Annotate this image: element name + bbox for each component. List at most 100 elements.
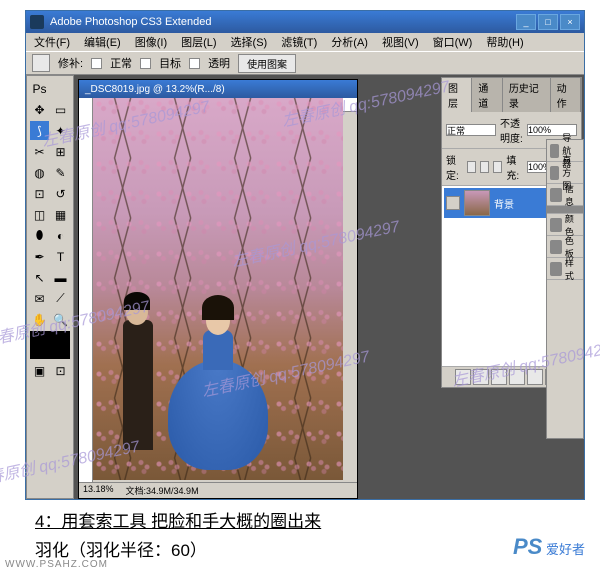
tab-channels[interactable]: 通道 (472, 78, 502, 112)
normal-label: 正常 (110, 55, 132, 71)
slice-tool[interactable]: ⊞ (50, 141, 71, 162)
wand-tool[interactable]: ✦ (50, 120, 71, 141)
menu-select[interactable]: 选择(S) (225, 33, 274, 51)
repair-label: 修补: (58, 55, 83, 71)
group-icon[interactable] (527, 369, 543, 385)
vertical-ruler (79, 98, 93, 498)
tab-layers[interactable]: 图层 (442, 78, 472, 112)
menu-file[interactable]: 文件(F) (28, 33, 76, 51)
woman-figure (158, 290, 278, 470)
histogram-icon (550, 166, 559, 180)
eyedropper-tool[interactable]: ⟋ (50, 288, 71, 309)
menu-view[interactable]: 视图(V) (376, 33, 425, 51)
maximize-button[interactable]: □ (538, 14, 558, 30)
brush-tool[interactable]: ✎ (50, 162, 71, 183)
spacer-icon (50, 78, 71, 99)
close-button[interactable]: × (560, 14, 580, 30)
toolbox: Ps ✥ ▭ ⟆ ✦ ✂ ⊞ ◍ ✎ ⊡ ↺ ◫ ▦ ⬮ ◐ ✒ T ↖ ▬ ✉… (26, 75, 74, 499)
site-logo: PS 爱好者 (513, 534, 585, 560)
gradient-tool[interactable]: ▦ (50, 204, 71, 225)
blur-tool[interactable]: ⬮ (29, 225, 50, 246)
caption-line-1: 4：用套索工具 把脸和手大概的圈出来 (35, 508, 321, 535)
styles-icon (550, 262, 562, 276)
adjustment-icon[interactable] (509, 369, 525, 385)
document-window: _DSC8019.jpg @ 13.2%(R.../8) 13.18% 文档:3… (78, 79, 358, 499)
opacity-label: 不透明度: (500, 115, 523, 145)
mask-icon[interactable] (491, 369, 507, 385)
use-pattern-button[interactable]: 使用图案 (238, 54, 296, 73)
workspace: Ps ✥ ▭ ⟆ ✦ ✂ ⊞ ◍ ✎ ⊡ ↺ ◫ ▦ ⬮ ◐ ✒ T ↖ ▬ ✉… (26, 75, 584, 499)
pen-tool[interactable]: ✒ (29, 246, 50, 267)
source-radio[interactable] (91, 58, 102, 69)
blend-mode-select[interactable] (446, 124, 496, 136)
target-radio[interactable] (140, 58, 151, 69)
minimize-button[interactable]: _ (516, 14, 536, 30)
lock-paint-icon[interactable] (480, 161, 489, 173)
zoom-level[interactable]: 13.18% (83, 484, 114, 497)
right-dock: 导航器 直方图 信息 颜色 色板 样式 (546, 139, 584, 439)
transparent-label: 透明 (208, 55, 230, 71)
notes-tool[interactable]: ✉ (29, 288, 50, 309)
hand-tool[interactable]: ✋ (29, 309, 50, 330)
lock-position-icon[interactable] (493, 161, 502, 173)
link-icon[interactable] (455, 369, 471, 385)
info-icon (550, 188, 562, 202)
tool-preset-icon[interactable] (32, 54, 50, 72)
dock-styles[interactable]: 样式 (547, 258, 583, 280)
type-tool[interactable]: T (50, 246, 71, 267)
fill-label: 填充: (506, 152, 523, 182)
menu-filter[interactable]: 滤镜(T) (275, 33, 323, 51)
menu-edit[interactable]: 编辑(E) (78, 33, 127, 51)
target-label: 目标 (159, 55, 181, 71)
path-tool[interactable]: ↖ (29, 267, 50, 288)
ps-logo-icon: Ps (29, 78, 50, 99)
marquee-tool[interactable]: ▭ (50, 99, 71, 120)
swatches-icon (550, 240, 562, 254)
canvas[interactable] (93, 98, 343, 480)
quickmask-tool[interactable]: ▣ (29, 360, 50, 381)
shape-tool[interactable]: ▬ (50, 267, 71, 288)
app-title: Adobe Photoshop CS3 Extended (50, 16, 211, 28)
site-url: WWW.PSAHZ.COM (5, 559, 108, 570)
document-area: _DSC8019.jpg @ 13.2%(R.../8) 13.18% 文档:3… (74, 75, 439, 499)
photoshop-window: Adobe Photoshop CS3 Extended _ □ × 文件(F)… (25, 10, 585, 500)
layer-name: 背景 (494, 196, 514, 211)
layer-thumbnail[interactable] (464, 190, 490, 216)
foreground-background-color[interactable] (29, 330, 71, 360)
tab-actions[interactable]: 动作 (551, 78, 581, 112)
healing-tool[interactable]: ◍ (29, 162, 50, 183)
menu-layer[interactable]: 图层(L) (175, 33, 222, 51)
document-statusbar: 13.18% 文档:34.9M/34.9M (79, 482, 357, 498)
color-icon (550, 218, 562, 232)
history-brush-tool[interactable]: ↺ (50, 183, 71, 204)
tab-history[interactable]: 历史记录 (503, 78, 551, 112)
tutorial-caption: 4：用套索工具 把脸和手大概的圈出来 羽化（羽化半径：60） (35, 508, 321, 564)
options-bar: 修补: 正常 目标 透明 使用图案 (26, 51, 584, 75)
menu-help[interactable]: 帮助(H) (480, 33, 529, 51)
lock-label: 锁定: (446, 152, 463, 182)
menu-window[interactable]: 窗口(W) (427, 33, 479, 51)
fx-icon[interactable] (473, 369, 489, 385)
logo-ps: PS (513, 534, 542, 559)
dodge-tool[interactable]: ◐ (50, 225, 71, 246)
screenmode-tool[interactable]: ⊡ (50, 360, 71, 381)
menu-image[interactable]: 图像(I) (129, 33, 173, 51)
navigator-icon (550, 144, 559, 158)
crop-tool[interactable]: ✂ (29, 141, 50, 162)
lock-transparent-icon[interactable] (467, 161, 476, 173)
menubar: 文件(F) 编辑(E) 图像(I) 图层(L) 选择(S) 滤镜(T) 分析(A… (26, 33, 584, 51)
menu-analysis[interactable]: 分析(A) (325, 33, 374, 51)
doc-size: 文档:34.9M/34.9M (126, 484, 199, 497)
zoom-tool[interactable]: 🔍 (50, 309, 71, 330)
document-title: _DSC8019.jpg @ 13.2%(R.../8) (79, 80, 357, 98)
visibility-icon[interactable] (446, 196, 460, 210)
transparent-checkbox[interactable] (189, 58, 200, 69)
eraser-tool[interactable]: ◫ (29, 204, 50, 225)
titlebar: Adobe Photoshop CS3 Extended _ □ × (26, 11, 584, 33)
move-tool[interactable]: ✥ (29, 99, 50, 120)
ps-app-icon (30, 15, 44, 29)
stamp-tool[interactable]: ⊡ (29, 183, 50, 204)
lasso-tool[interactable]: ⟆ (29, 120, 50, 141)
logo-text: 爱好者 (546, 542, 585, 557)
dock-info[interactable]: 信息 (547, 184, 583, 206)
